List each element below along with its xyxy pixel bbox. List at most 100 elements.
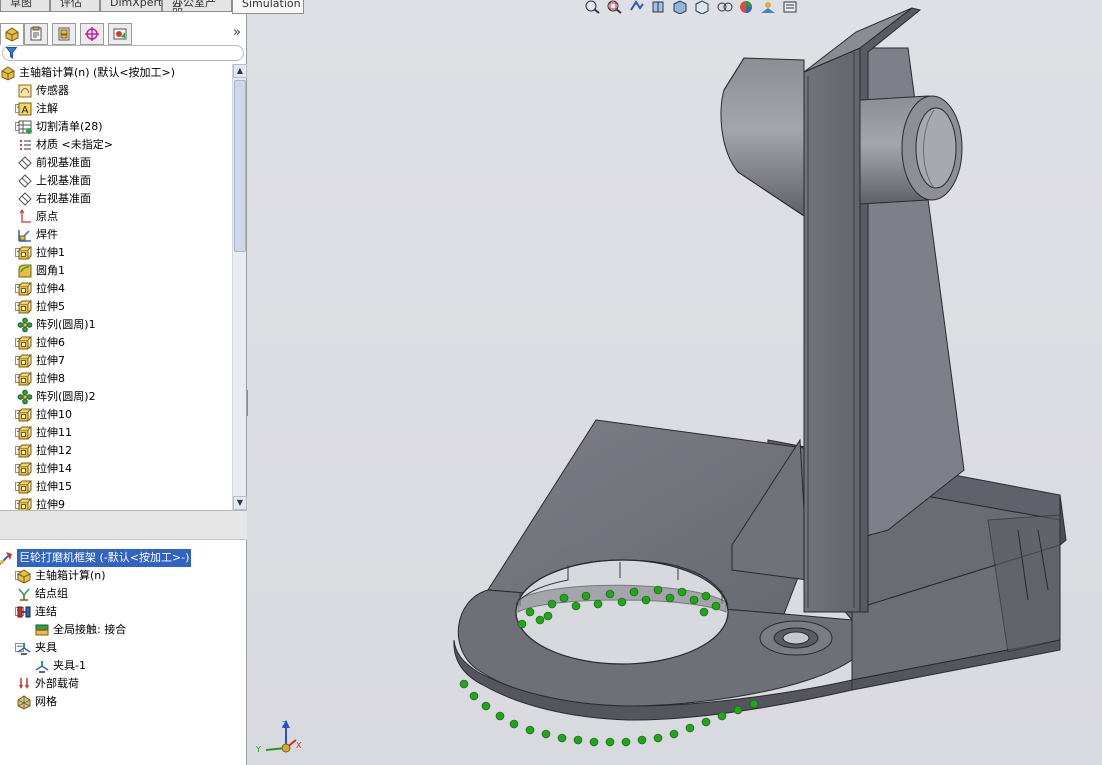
feature-tree-item[interactable]: 右视基准面 <box>0 190 232 208</box>
feature-tree-item[interactable]: +拉伸4 <box>0 280 232 298</box>
zoom-to-fit-icon[interactable] <box>584 0 602 14</box>
svg-text:A: A <box>22 105 29 116</box>
tree-scrollbar[interactable]: ▲ ▼ <box>232 64 247 510</box>
feature-tree: 主轴箱计算(n) (默认<按加工>) 传感器 +A注解+切割清单(28)材质 <未指… <box>0 64 232 510</box>
scroll-up-button[interactable]: ▲ <box>233 64 247 78</box>
annotation-icon: A <box>17 101 33 117</box>
feature-tree-item[interactable]: +拉伸5 <box>0 298 232 316</box>
feature-tree-item[interactable]: +拉伸14 <box>0 460 232 478</box>
zoom-area-icon[interactable] <box>606 0 624 14</box>
tree-item-label: 圆角1 <box>36 264 65 277</box>
simulation-tree-item[interactable]: 外部载荷 <box>0 675 232 693</box>
command-tab-1[interactable]: 评估 <box>50 0 100 12</box>
feature-tree-item[interactable]: +拉伸15 <box>0 478 232 496</box>
scroll-down-button[interactable]: ▼ <box>233 496 247 510</box>
view-orientation-icon[interactable] <box>672 0 690 14</box>
tree-item-label: 外部载荷 <box>35 677 79 690</box>
feature-tree-item[interactable]: 主轴箱计算(n) (默认<按加工>) <box>0 64 232 82</box>
feature-tree-item[interactable]: 上视基准面 <box>0 172 232 190</box>
configurationmanager-tab[interactable] <box>52 23 76 45</box>
configurationmanager-icon <box>58 27 70 41</box>
feature-tree-item[interactable]: 前视基准面 <box>0 154 232 172</box>
origin-icon <box>17 209 33 225</box>
feature-tree-item[interactable]: +切割清单(28) <box>0 118 232 136</box>
tree-item-label: 拉伸6 <box>36 336 65 349</box>
triad-z-label: Z <box>282 720 288 729</box>
feature-tree-item[interactable]: +拉伸8 <box>0 370 232 388</box>
feature-tree-item[interactable]: +拉伸7 <box>0 352 232 370</box>
feature-tree-item[interactable]: 焊件 <box>0 226 232 244</box>
feature-tree-item[interactable]: 阵列(圆周)1 <box>0 316 232 334</box>
view-settings-icon[interactable] <box>782 0 800 14</box>
triad-x-label: X <box>296 741 302 750</box>
propertymanager-tab[interactable] <box>24 23 48 45</box>
feature-tree-item[interactable]: 传感器 <box>0 82 232 100</box>
external-load-icon <box>16 676 32 692</box>
3d-model[interactable] <box>248 0 1102 765</box>
simulation-tree-item[interactable]: 全局接触: 接合 <box>0 621 232 639</box>
connection-icon <box>16 604 32 620</box>
extrude-icon <box>17 407 33 423</box>
simulation-tree-item[interactable]: 巨轮打磨机框架 (-默认<按加工>-) <box>0 549 232 567</box>
tree-filter-input[interactable] <box>2 45 244 61</box>
fixture-icon <box>16 640 32 656</box>
feature-tree-item[interactable]: +拉伸6 <box>0 334 232 352</box>
command-tab-0[interactable]: 草图 <box>0 0 50 12</box>
simulation-tree-item[interactable]: 网格 <box>0 693 232 711</box>
simulation-tree-item[interactable]: 结点组 <box>0 585 232 603</box>
contact-icon <box>34 622 50 638</box>
graphics-viewport[interactable]: Z Y X <box>248 0 1102 765</box>
command-tab-4[interactable]: Simulation <box>232 0 304 14</box>
simulation-tree-item[interactable]: +主轴箱计算(n) <box>0 567 232 585</box>
feature-tree-item[interactable]: 材质 <未指定> <box>0 136 232 154</box>
tree-item-label: 原点 <box>36 210 58 223</box>
triad-y-label: Y <box>255 745 261 754</box>
tree-item-label: 拉伸14 <box>36 462 72 475</box>
tree-item-label: 拉伸7 <box>36 354 65 367</box>
feature-tree-item[interactable]: +拉伸9 <box>0 496 232 510</box>
plane-icon <box>17 191 33 207</box>
extrude-icon <box>17 497 33 510</box>
appearance-icon[interactable] <box>738 0 756 14</box>
simulation-study-tree: 巨轮打磨机框架 (-默认<按加工>-)+主轴箱计算(n) 结点组 −连结全局接触: … <box>0 540 247 765</box>
displaymanager-tab[interactable] <box>108 23 132 45</box>
tree-item-label: 拉伸15 <box>36 480 72 493</box>
extrude-icon <box>17 425 33 441</box>
display-style-icon[interactable] <box>694 0 712 14</box>
extrude-icon <box>17 443 33 459</box>
extrude-icon <box>17 299 33 315</box>
tree-item-label: 连结 <box>35 605 57 618</box>
featuremanager-tab[interactable] <box>0 23 24 45</box>
simulation-tree-item[interactable]: −连结 <box>0 603 232 621</box>
feature-tree-item[interactable]: +拉伸1 <box>0 244 232 262</box>
feature-tree-item[interactable]: +拉伸11 <box>0 424 232 442</box>
scene-icon[interactable] <box>760 0 778 14</box>
simulation-tree-item[interactable]: 夹具-1 <box>0 657 232 675</box>
displaymanager-icon <box>113 28 127 40</box>
tree-item-label: 网格 <box>35 695 57 708</box>
command-tab-2[interactable]: DimXpert <box>100 0 162 12</box>
part-icon <box>16 568 32 584</box>
tree-item-label: 传感器 <box>36 84 69 97</box>
feature-tree-item[interactable]: +A注解 <box>0 100 232 118</box>
dimxpertmanager-tab[interactable] <box>80 23 104 45</box>
tree-item-label: 阵列(圆周)1 <box>36 318 96 331</box>
feature-tree-item[interactable]: 原点 <box>0 208 232 226</box>
weldment-icon <box>17 227 33 243</box>
mesh-icon <box>16 694 32 710</box>
tree-item-label: 拉伸5 <box>36 300 65 313</box>
expand-panel-button[interactable]: » <box>229 24 245 42</box>
command-tab-3[interactable]: 办公室产品 <box>162 0 232 12</box>
plane-icon <box>17 155 33 171</box>
feature-tree-item[interactable]: 阵列(圆周)2 <box>0 388 232 406</box>
joint-group-icon <box>16 586 32 602</box>
feature-tree-item[interactable]: 圆角1 <box>0 262 232 280</box>
simulation-tree-item[interactable]: − 夹具 <box>0 639 232 657</box>
scroll-thumb[interactable] <box>234 80 246 252</box>
feature-tree-item[interactable]: +拉伸10 <box>0 406 232 424</box>
hide-show-icon[interactable] <box>716 0 734 14</box>
section-view-icon[interactable] <box>650 0 668 14</box>
previous-view-icon[interactable] <box>628 0 646 14</box>
pane-splitter[interactable] <box>0 510 247 540</box>
feature-tree-item[interactable]: +拉伸12 <box>0 442 232 460</box>
